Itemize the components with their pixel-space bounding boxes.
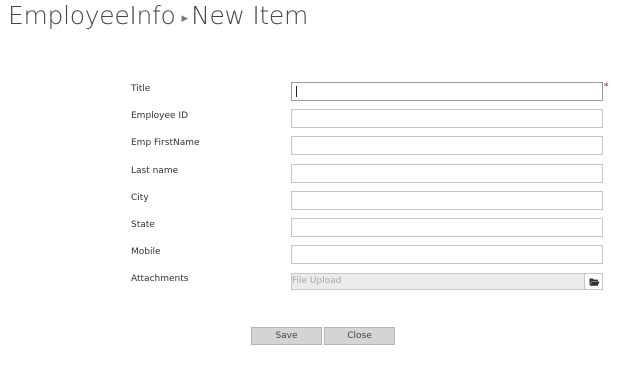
folder-open-icon bbox=[589, 278, 600, 286]
state-input[interactable] bbox=[291, 218, 603, 237]
emp-firstname-input[interactable] bbox=[291, 136, 603, 155]
breadcrumb-item-name: New Item bbox=[191, 1, 309, 30]
field-label-attachments: Attachments bbox=[131, 274, 189, 284]
text-caret bbox=[296, 86, 297, 97]
field-label-state: State bbox=[131, 220, 155, 230]
employee-id-input[interactable] bbox=[291, 109, 603, 128]
form-row-last-name: Last name bbox=[0, 164, 624, 184]
field-label-last-name: Last name bbox=[131, 166, 179, 176]
browse-button[interactable] bbox=[584, 273, 603, 290]
breadcrumb-separator-icon: ▸ bbox=[181, 11, 189, 26]
field-label-employee-id: Employee ID bbox=[131, 111, 189, 121]
page-title: EmployeeInfo ▸ New Item bbox=[8, 0, 308, 33]
field-label-title: Title bbox=[131, 84, 151, 94]
field-label-mobile: Mobile bbox=[131, 247, 161, 257]
field-label-emp-firstname: Emp FirstName bbox=[131, 138, 200, 148]
save-button[interactable]: Save bbox=[251, 327, 322, 345]
city-input[interactable] bbox=[291, 191, 603, 210]
form-row-employee-id: Employee ID bbox=[0, 109, 624, 129]
file-upload-field[interactable]: File Upload bbox=[291, 273, 584, 290]
form-row-state: State bbox=[0, 218, 624, 238]
title-input[interactable] bbox=[291, 82, 603, 101]
form-row-attachments: Attachments File Upload bbox=[0, 273, 624, 293]
file-upload-placeholder: File Upload bbox=[292, 276, 342, 286]
last-name-input[interactable] bbox=[291, 164, 603, 183]
form-row-city: City bbox=[0, 191, 624, 211]
form-row-emp-firstname: Emp FirstName bbox=[0, 136, 624, 156]
breadcrumb-list-name[interactable]: EmployeeInfo bbox=[8, 1, 176, 30]
field-label-city: City bbox=[131, 193, 149, 203]
mobile-input[interactable] bbox=[291, 245, 603, 264]
form-row-title: Title * bbox=[0, 82, 624, 102]
form-row-mobile: Mobile bbox=[0, 245, 624, 265]
close-button[interactable]: Close bbox=[324, 327, 395, 345]
required-indicator: * bbox=[604, 82, 609, 92]
